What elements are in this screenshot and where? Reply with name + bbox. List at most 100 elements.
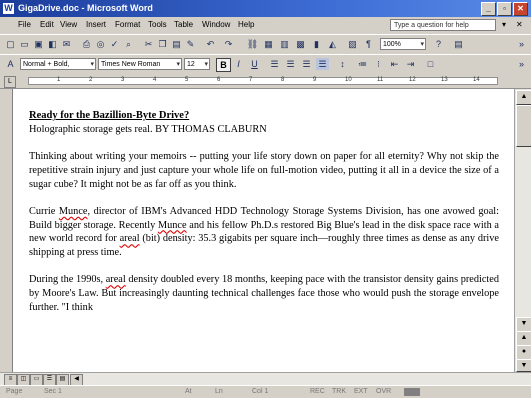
next-page-icon[interactable]: ▼ bbox=[516, 359, 531, 372]
status-page: Page bbox=[6, 388, 23, 395]
menu-file[interactable]: File bbox=[18, 20, 31, 29]
new-document-icon[interactable]: ▢ bbox=[4, 38, 17, 50]
status-ovr[interactable]: OVR bbox=[376, 386, 391, 398]
spelling-error[interactable]: Munce bbox=[59, 206, 88, 217]
status-rec[interactable]: REC bbox=[310, 386, 325, 398]
standard-toolbar: ▢ ▭ ▣ ◧ ✉ ⎙ ◎ ✓ ⌕ ✂ ❐ ▤ ✎ ↶ ↷ ⛓ ▦ ▥ ▩ ▮ … bbox=[0, 34, 531, 55]
redo-icon[interactable]: ↷ bbox=[222, 38, 235, 50]
numbering-icon[interactable]: ≔ bbox=[356, 58, 369, 70]
menu-format[interactable]: Format bbox=[115, 20, 140, 29]
align-left-icon[interactable]: ☰ bbox=[268, 58, 281, 70]
hyperlink-icon[interactable]: ⛓ bbox=[246, 38, 259, 50]
toolbar-options-icon[interactable]: » bbox=[515, 38, 528, 50]
spelling-error[interactable]: areal bbox=[120, 233, 140, 244]
spelling-icon[interactable]: ✓ bbox=[108, 38, 121, 50]
ruler-number: 2 bbox=[89, 77, 93, 83]
spelling-status-icon[interactable] bbox=[404, 388, 420, 396]
cut-icon[interactable]: ✂ bbox=[142, 38, 155, 50]
permission-icon[interactable]: ◧ bbox=[46, 38, 59, 50]
justify-icon[interactable]: ☰ bbox=[316, 58, 329, 70]
italic-button[interactable]: I bbox=[232, 58, 245, 70]
status-trk[interactable]: TRK bbox=[332, 386, 346, 398]
read-icon[interactable]: ▤ bbox=[452, 38, 465, 50]
help-question-input[interactable]: Type a question for help bbox=[390, 19, 496, 31]
font-select[interactable]: Times New Roman bbox=[98, 58, 182, 70]
help-icon[interactable]: ? bbox=[432, 38, 445, 50]
menu-view[interactable]: View bbox=[60, 20, 77, 29]
document-body[interactable]: Ready for the Bazillion-Byte Drive? Holo… bbox=[29, 109, 499, 328]
title-bar: W GigaDrive.doc - Microsoft Word _ ▫ ✕ bbox=[0, 0, 531, 17]
insert-excel-icon[interactable]: ▩ bbox=[294, 38, 307, 50]
vertical-scrollbar[interactable]: ▲ ▼ ▲ ● ▼ bbox=[514, 89, 531, 372]
tables-borders-icon[interactable]: ▦ bbox=[262, 38, 275, 50]
style-select[interactable]: Normal + Bold, bbox=[20, 58, 96, 70]
ruler-number: 12 bbox=[409, 77, 416, 83]
research-icon[interactable]: ⌕ bbox=[122, 38, 135, 50]
word-app-icon[interactable]: W bbox=[3, 3, 14, 14]
article-subheading: Holographic storage gets real. BY THOMAS… bbox=[29, 123, 267, 135]
undo-icon[interactable]: ↶ bbox=[204, 38, 217, 50]
bullets-icon[interactable]: ⁝ bbox=[372, 58, 385, 70]
paragraph-3: During the 1990s, areal density doubled … bbox=[29, 274, 499, 313]
ruler-number: 10 bbox=[345, 77, 352, 83]
previous-page-icon[interactable]: ▲ bbox=[516, 331, 531, 346]
scroll-thumb[interactable] bbox=[516, 105, 531, 147]
increase-indent-icon[interactable]: ⇥ bbox=[404, 58, 417, 70]
align-center-icon[interactable]: ☰ bbox=[284, 58, 297, 70]
menu-insert[interactable]: Insert bbox=[86, 20, 106, 29]
status-section: Sec 1 bbox=[44, 388, 62, 395]
select-browse-object-icon[interactable]: ● bbox=[516, 345, 531, 360]
ruler-number: 13 bbox=[441, 77, 448, 83]
bold-button[interactable]: B bbox=[216, 58, 231, 72]
underline-button[interactable]: U bbox=[248, 58, 261, 70]
styles-formatting-icon[interactable]: A bbox=[4, 58, 17, 70]
menu-bar: File Edit View Insert Format Tools Table… bbox=[0, 17, 531, 34]
outside-border-icon[interactable]: □ bbox=[424, 58, 437, 70]
horizontal-scrollbar[interactable]: ≡ ◫ ▭ ☰ ▤ ◀ bbox=[0, 372, 531, 386]
insert-table-icon[interactable]: ▥ bbox=[278, 38, 291, 50]
help-dropdown-icon[interactable]: ▾ bbox=[502, 20, 506, 29]
open-folder-icon[interactable]: ▭ bbox=[18, 38, 31, 50]
decrease-indent-icon[interactable]: ⇤ bbox=[388, 58, 401, 70]
menu-window[interactable]: Window bbox=[202, 20, 230, 29]
zoom-select[interactable]: 100% bbox=[380, 38, 426, 50]
spelling-error[interactable]: areal bbox=[106, 274, 126, 285]
tab-selector-icon[interactable]: L bbox=[4, 76, 16, 88]
toolbar-options-icon-2[interactable]: » bbox=[515, 58, 528, 70]
status-column: Col 1 bbox=[252, 388, 269, 395]
drawing-icon[interactable]: ◭ bbox=[326, 38, 339, 50]
print-icon[interactable]: ⎙ bbox=[80, 38, 93, 50]
format-painter-icon[interactable]: ✎ bbox=[184, 38, 197, 50]
ruler-number: 6 bbox=[217, 77, 221, 83]
line-spacing-icon[interactable]: ↕ bbox=[336, 58, 349, 70]
scroll-up-icon[interactable]: ▲ bbox=[516, 90, 531, 105]
document-page[interactable]: Ready for the Bazillion-Byte Drive? Holo… bbox=[12, 89, 515, 372]
ruler-number: 14 bbox=[473, 77, 480, 83]
ruler-number: 9 bbox=[313, 77, 317, 83]
menu-tools[interactable]: Tools bbox=[148, 20, 167, 29]
menu-edit[interactable]: Edit bbox=[40, 20, 54, 29]
font-size-select[interactable]: 12 bbox=[184, 58, 210, 70]
paragraph-2: Currie Munce, director of IBM's Advanced… bbox=[29, 205, 499, 258]
paste-icon[interactable]: ▤ bbox=[170, 38, 183, 50]
email-icon[interactable]: ✉ bbox=[60, 38, 73, 50]
ruler-number: 4 bbox=[153, 77, 157, 83]
document-map-icon[interactable]: ▧ bbox=[346, 38, 359, 50]
close-document-icon[interactable]: ✕ bbox=[516, 20, 523, 29]
menu-table[interactable]: Table bbox=[174, 20, 193, 29]
show-hide-icon[interactable]: ¶ bbox=[362, 38, 375, 50]
spelling-error[interactable]: Munce bbox=[158, 220, 187, 231]
restore-button[interactable]: ▫ bbox=[497, 2, 512, 16]
close-button[interactable]: ✕ bbox=[513, 2, 528, 16]
status-at: At bbox=[185, 388, 192, 395]
window-title: GigaDrive.doc - Microsoft Word bbox=[18, 3, 153, 13]
columns-icon[interactable]: ▮ bbox=[310, 38, 323, 50]
status-ext[interactable]: EXT bbox=[354, 386, 368, 398]
save-icon[interactable]: ▣ bbox=[32, 38, 45, 50]
copy-icon[interactable]: ❐ bbox=[156, 38, 169, 50]
minimize-button[interactable]: _ bbox=[481, 2, 496, 16]
align-right-icon[interactable]: ☰ bbox=[300, 58, 313, 70]
menu-help[interactable]: Help bbox=[238, 20, 254, 29]
print-preview-icon[interactable]: ◎ bbox=[94, 38, 107, 50]
scroll-down-icon[interactable]: ▼ bbox=[516, 317, 531, 332]
